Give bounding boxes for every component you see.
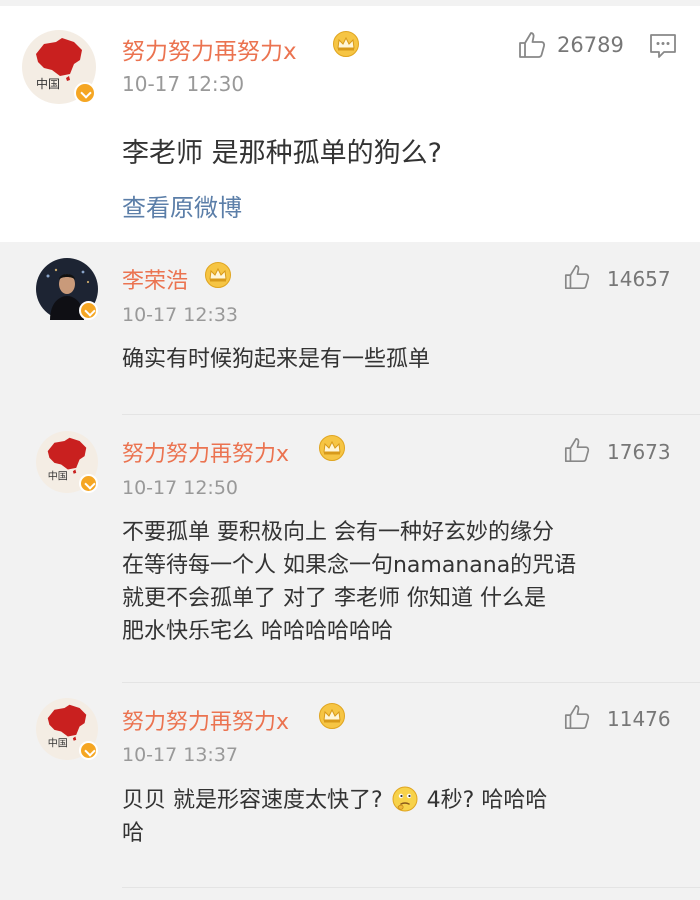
reply-text-line: 在等待每一个人 如果念一句namanana的咒语	[122, 553, 577, 578]
username[interactable]: 努力努力再努力x	[122, 32, 297, 66]
reply-text: 不要孤单 要积极向上 会有一种好玄妙的缘分 在等待每一个人 如果念一句naman…	[122, 516, 576, 648]
reply-text-line: 不要孤单 要积极向上 会有一种好玄妙的缘分	[122, 520, 554, 545]
username[interactable]: 李荣浩	[122, 263, 188, 295]
reply-text-line: 肥水快乐宅么 哈哈哈哈哈哈	[122, 619, 393, 644]
avatar[interactable]: 中国	[22, 30, 96, 104]
timestamp: 10-17 12:50	[122, 477, 239, 499]
like-count: 11476	[607, 707, 671, 731]
verified-badge-icon	[79, 474, 98, 493]
timestamp: 10-17 12:30	[122, 72, 245, 96]
like-count: 14657	[607, 267, 671, 291]
crown-icon	[333, 31, 359, 57]
avatar[interactable]: 中国	[36, 431, 98, 493]
thumbs-up-icon[interactable]	[563, 436, 591, 464]
comment-text: 李老师 是那种孤单的狗么?	[122, 138, 442, 169]
timestamp: 10-17 12:33	[122, 304, 239, 326]
avatar[interactable]	[36, 258, 98, 320]
reply-list: 李荣浩 10-17 12:33 14657 确实有时候狗起来是有一些孤单 中国 …	[0, 242, 700, 900]
reply-text: 确实有时候狗起来是有一些孤单	[122, 347, 431, 372]
reply-text-line: 就更不会孤单了 对了 李老师 你知道 什么是	[122, 586, 546, 611]
thumbs-up-icon[interactable]	[563, 703, 591, 731]
thinking-emoji-icon	[392, 786, 418, 812]
username[interactable]: 努力努力再努力x	[122, 436, 289, 468]
svg-text:中国: 中国	[48, 737, 68, 750]
divider	[122, 414, 700, 415]
thumbs-up-icon[interactable]	[517, 30, 547, 60]
avatar[interactable]: 中国	[36, 698, 98, 760]
svg-text:中国: 中国	[36, 76, 60, 91]
crown-icon	[205, 262, 231, 288]
main-comment-card: 中国 努力努力再努力x 10-17 12:30 26789 李老师 是那种孤单的…	[0, 6, 700, 242]
like-count: 17673	[607, 440, 671, 464]
like-count: 26789	[557, 33, 624, 57]
thumbs-up-icon[interactable]	[563, 263, 591, 291]
crown-icon	[319, 703, 345, 729]
username[interactable]: 努力努力再努力x	[122, 704, 289, 736]
divider	[122, 682, 700, 683]
reply-text: 贝贝 就是形容速度太快了? 4秒? 哈哈哈 哈	[122, 784, 547, 850]
reply-text-segment: 贝贝 就是形容速度太快了?	[122, 788, 383, 813]
crown-icon	[319, 435, 345, 461]
svg-text:中国: 中国	[48, 470, 68, 483]
comment-icon[interactable]	[648, 32, 678, 60]
reply-text-line: 哈	[122, 821, 145, 846]
reply-text-line: 贝贝 就是形容速度太快了? 4秒? 哈哈哈	[122, 784, 547, 817]
reply-text-segment: 4秒? 哈哈哈	[426, 788, 548, 813]
verified-badge-icon	[79, 301, 98, 320]
divider	[122, 887, 700, 888]
view-original-post-link[interactable]: 查看原微博	[122, 188, 242, 223]
timestamp: 10-17 13:37	[122, 744, 239, 766]
verified-badge-icon	[79, 741, 98, 760]
verified-badge-icon	[74, 82, 96, 104]
